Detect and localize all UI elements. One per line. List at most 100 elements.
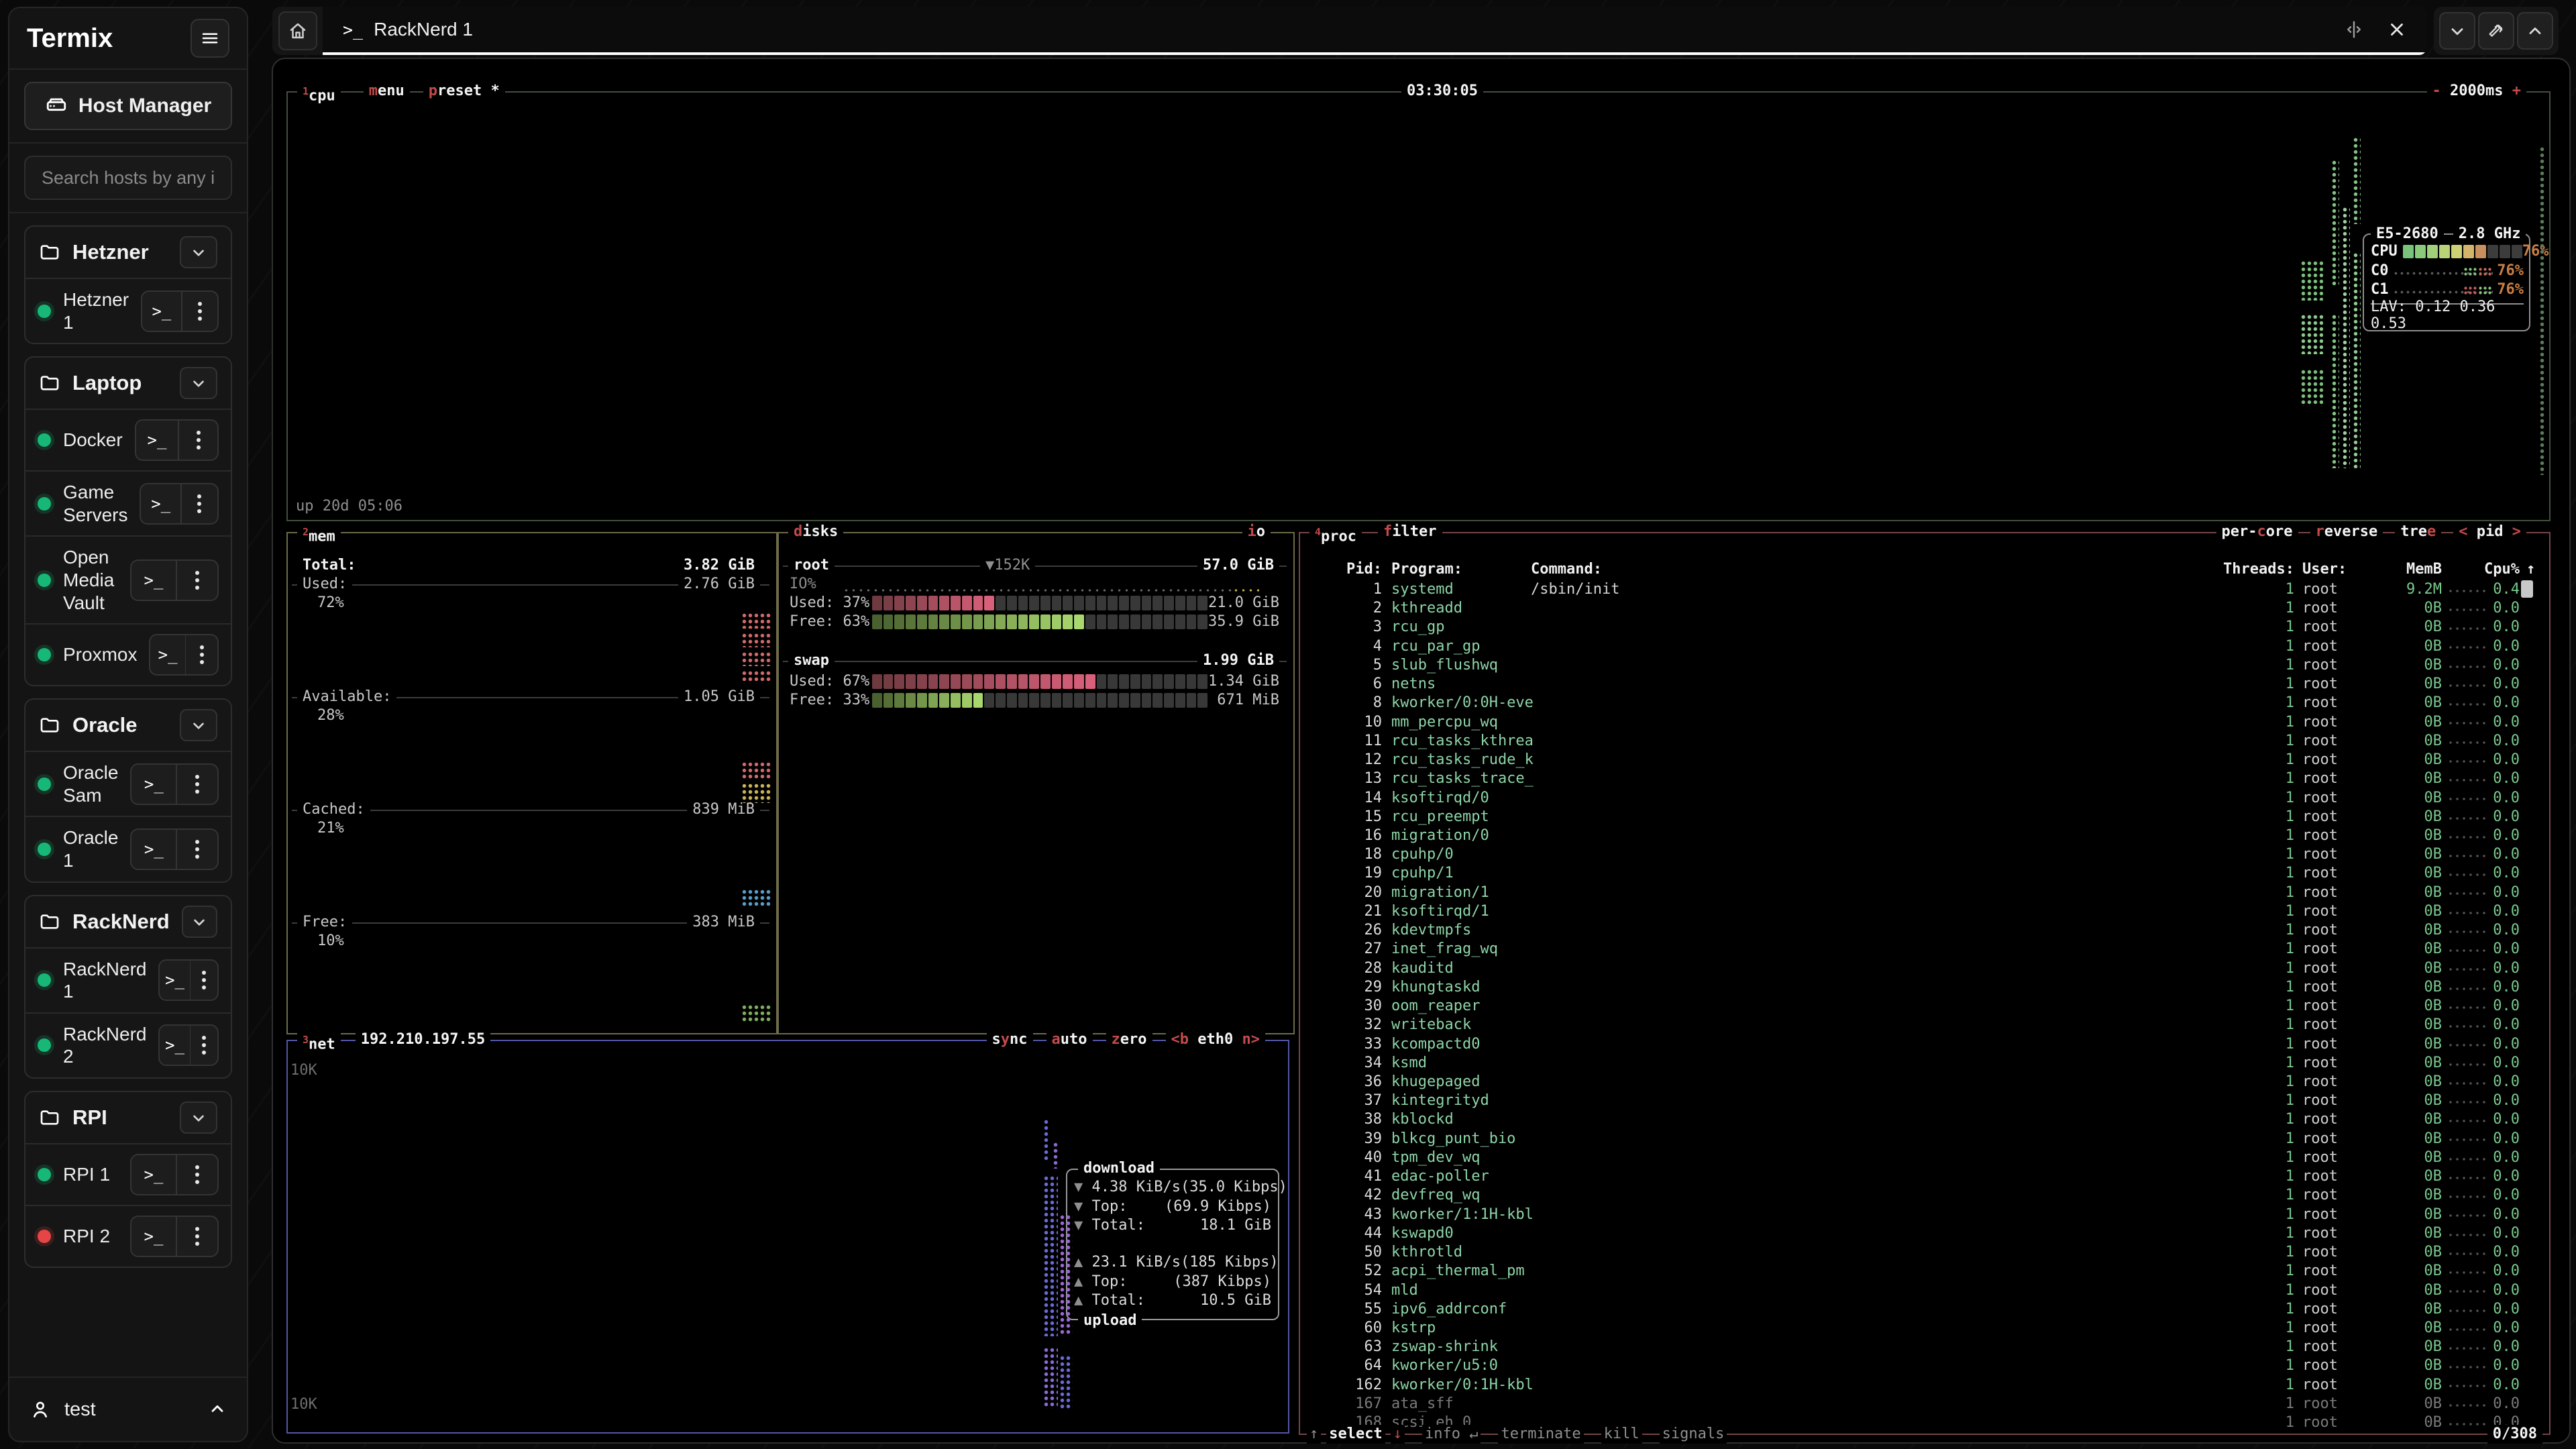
disks-io-toggle[interactable]: io: [1242, 523, 1271, 541]
process-row[interactable]: 20migration/11root0B0.0: [1308, 883, 2541, 902]
host-item-racknerd-1[interactable]: RackNerd 1>_: [25, 947, 231, 1012]
group-collapse-button[interactable]: [180, 236, 217, 268]
process-row[interactable]: 34ksmd1root0B0.0: [1308, 1054, 2541, 1073]
process-row[interactable]: 4rcu_par_gp1root0B0.0: [1308, 637, 2541, 656]
process-row[interactable]: 10mm_percpu_wq1root0B0.0: [1308, 713, 2541, 732]
group-collapse-button[interactable]: [180, 1102, 217, 1134]
host-item-rpi-1[interactable]: RPI 1>_: [25, 1143, 231, 1205]
select-up-icon[interactable]: ↑: [1307, 1425, 1321, 1444]
terminal-window[interactable]: 1cpu menu preset * 03:30:05 - 2000ms + u…: [272, 58, 2571, 1444]
open-terminal-button[interactable]: >_: [131, 561, 176, 600]
process-row[interactable]: 3rcu_gp1root0B0.0: [1308, 618, 2541, 637]
sidebar-footer[interactable]: test: [9, 1377, 247, 1441]
col-pid[interactable]: Pid:: [1308, 560, 1382, 579]
host-item-rpi-2[interactable]: RPI 2>_: [25, 1205, 231, 1267]
process-row[interactable]: 15rcu_preempt1root0B0.0: [1308, 808, 2541, 826]
reverse-button[interactable]: reverse: [2310, 523, 2383, 541]
open-terminal-button[interactable]: >_: [131, 1155, 176, 1194]
process-row[interactable]: 41edac-poller1root0B0.0: [1308, 1167, 2541, 1186]
host-menu-button[interactable]: [182, 484, 217, 523]
preset-button[interactable]: preset *: [423, 82, 505, 101]
process-row[interactable]: 26kdevtmpfs1root0B0.0: [1308, 921, 2541, 940]
process-row[interactable]: 21ksoftirqd/11root0B0.0: [1308, 902, 2541, 921]
host-item-hetzner-1[interactable]: Hetzner 1>_: [25, 278, 231, 343]
panel-up-button[interactable]: [2517, 12, 2553, 50]
process-row[interactable]: 27inet_frag_wq1root0B0.0: [1308, 940, 2541, 959]
group-collapse-button[interactable]: [180, 709, 217, 741]
host-menu-button[interactable]: [177, 561, 217, 600]
process-row[interactable]: 50kthrotld1root0B0.0: [1308, 1243, 2541, 1262]
open-terminal-button[interactable]: >_: [160, 1026, 189, 1065]
host-item-racknerd-2[interactable]: RackNerd 2>_: [25, 1012, 231, 1077]
col-cpu[interactable]: Cpu%: [2445, 560, 2520, 579]
host-menu-button[interactable]: [177, 1155, 217, 1194]
process-row[interactable]: 28kauditd1root0B0.0: [1308, 959, 2541, 978]
process-row[interactable]: 33kcompactd01root0B0.0: [1308, 1035, 2541, 1054]
col-threads[interactable]: Threads:: [2200, 560, 2294, 579]
open-terminal-button[interactable]: >_: [131, 830, 176, 869]
process-row[interactable]: 2kthreadd1root0B0.0: [1308, 599, 2541, 618]
process-row[interactable]: 42devfreq_wq1root0B0.0: [1308, 1186, 2541, 1205]
process-row[interactable]: 5slub_flushwq1root0B0.0: [1308, 656, 2541, 675]
process-row[interactable]: 32writeback1root0B0.0: [1308, 1016, 2541, 1034]
open-terminal-button[interactable]: >_: [131, 765, 176, 804]
filter-button[interactable]: filter: [1378, 523, 1442, 541]
interface-switcher[interactable]: <b eth0 n>: [1166, 1030, 1265, 1049]
per-core-button[interactable]: per-core: [2216, 523, 2298, 541]
process-row[interactable]: 63zswap-shrink1root0B0.0: [1308, 1338, 2541, 1356]
process-row[interactable]: 55ipv6_addrconf1root0B0.0: [1308, 1300, 2541, 1319]
process-row[interactable]: 60kstrp1root0B0.0: [1308, 1319, 2541, 1338]
process-row[interactable]: 52acpi_thermal_pm1root0B0.0: [1308, 1262, 2541, 1281]
process-row[interactable]: 11rcu_tasks_kthrea1root0B0.0: [1308, 732, 2541, 751]
process-row[interactable]: 13rcu_tasks_trace_1root0B0.0: [1308, 769, 2541, 788]
split-view-icon[interactable]: [2344, 19, 2364, 40]
host-menu-button[interactable]: [177, 830, 217, 869]
zero-button[interactable]: zero: [1106, 1030, 1152, 1049]
group-header[interactable]: Oracle: [25, 700, 231, 751]
process-row[interactable]: 43kworker/1:1H-kbl1root0B0.0: [1308, 1205, 2541, 1224]
select-down-icon[interactable]: ↓: [1391, 1425, 1405, 1444]
host-menu-button[interactable]: [177, 765, 217, 804]
group-header[interactable]: RackNerd: [25, 896, 231, 947]
host-item-open-media-vault[interactable]: Open Media Vault>_: [25, 535, 231, 623]
sync-button[interactable]: sync: [987, 1030, 1033, 1049]
process-row[interactable]: 1systemd/sbin/init1root9.2M0.4: [1308, 580, 2541, 599]
tools-button[interactable]: [2478, 12, 2514, 50]
host-item-oracle-sam[interactable]: Oracle Sam>_: [25, 751, 231, 816]
col-command[interactable]: Command:: [1531, 560, 1602, 579]
host-menu-button[interactable]: [186, 635, 217, 674]
host-menu-button[interactable]: [182, 292, 217, 331]
host-menu-button[interactable]: [191, 961, 217, 1000]
terminate-button[interactable]: terminate: [1498, 1425, 1583, 1444]
process-row[interactable]: 167ata_sff1root0B0.0: [1308, 1395, 2541, 1413]
open-terminal-button[interactable]: >_: [150, 635, 184, 674]
group-collapse-button[interactable]: [180, 367, 217, 399]
info-button[interactable]: info ↵: [1422, 1425, 1481, 1444]
process-row[interactable]: 6netns1root0B0.0: [1308, 675, 2541, 694]
close-tab-icon[interactable]: [2387, 19, 2407, 40]
process-row[interactable]: 16migration/01root0B0.0: [1308, 826, 2541, 845]
host-item-game-servers[interactable]: Game Servers>_: [25, 470, 231, 535]
menu-button-terminal[interactable]: menu: [364, 82, 410, 101]
col-mem[interactable]: MemB: [2352, 560, 2442, 579]
chevron-up-icon[interactable]: [208, 1400, 227, 1419]
process-row[interactable]: 40tpm_dev_wq1root0B0.0: [1308, 1148, 2541, 1167]
kill-button[interactable]: kill: [1601, 1425, 1642, 1444]
process-row[interactable]: 18cpuhp/01root0B0.0: [1308, 845, 2541, 864]
process-row[interactable]: 39blkcg_punt_bio1root0B0.0: [1308, 1130, 2541, 1148]
sort-column-switcher[interactable]: < pid >: [2453, 523, 2526, 541]
host-item-proxmox[interactable]: Proxmox>_: [25, 623, 231, 685]
process-row[interactable]: 54mld1root0B0.0: [1308, 1281, 2541, 1300]
open-terminal-button[interactable]: >_: [136, 421, 178, 460]
open-terminal-button[interactable]: >_: [160, 961, 189, 1000]
host-item-docker[interactable]: Docker>_: [25, 409, 231, 470]
open-terminal-button[interactable]: >_: [142, 292, 181, 331]
host-manager-button[interactable]: Host Manager: [24, 82, 232, 130]
process-row[interactable]: 29khungtaskd1root0B0.0: [1308, 978, 2541, 997]
process-row[interactable]: 38kblockd1root0B0.0: [1308, 1110, 2541, 1129]
process-row[interactable]: 64kworker/u5:01root0B0.0: [1308, 1356, 2541, 1375]
home-button[interactable]: [278, 11, 317, 50]
process-row[interactable]: 37kintegrityd1root0B0.0: [1308, 1091, 2541, 1110]
open-terminal-button[interactable]: >_: [131, 1217, 176, 1256]
open-terminal-button[interactable]: >_: [141, 484, 180, 523]
